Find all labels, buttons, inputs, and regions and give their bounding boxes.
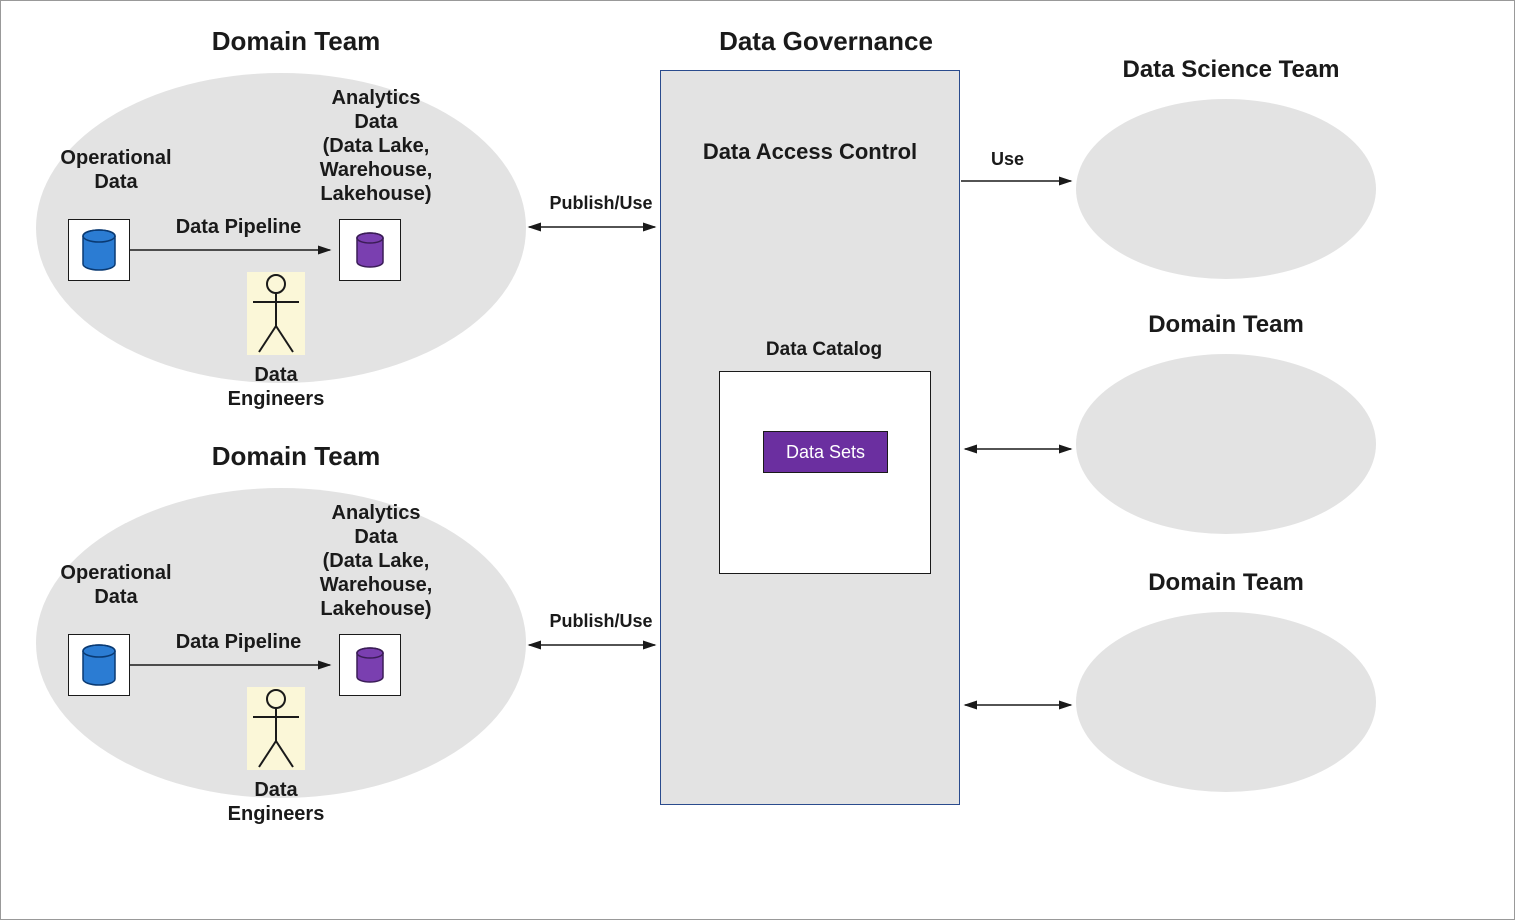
engineers-line2-b: Engineers	[228, 803, 325, 825]
data-science-team-ellipse	[1076, 99, 1376, 279]
publish-use-label-top: Publish/Use	[541, 193, 661, 214]
data-governance-title: Data Governance	[701, 26, 951, 57]
analytics-line4-top: Warehouse,	[320, 159, 433, 181]
operational-label-line1-b: Operational	[60, 562, 171, 584]
person-icon	[241, 266, 311, 361]
analytics-line2-top: Data	[354, 111, 397, 133]
analytics-line5-b: Lakehouse)	[320, 598, 431, 620]
data-pipeline-label-top: Data Pipeline	[156, 215, 321, 239]
use-arrow	[959, 173, 1079, 189]
operational-data-label-bottom: Operational Data	[46, 561, 186, 609]
data-sets-label: Data Sets	[786, 442, 865, 463]
data-engineers-label-top: Data Engineers	[206, 363, 346, 411]
operational-db-bottom	[68, 634, 130, 696]
domain-team-bottom-title: Domain Team	[171, 441, 421, 472]
engineers-line1-b: Data	[254, 779, 297, 801]
database-icon	[81, 229, 117, 271]
data-sets-box: Data Sets	[763, 431, 888, 473]
publish-use-arrow-bottom	[523, 637, 663, 653]
data-science-team-title: Data Science Team	[1081, 56, 1381, 84]
person-icon	[241, 681, 311, 776]
pipeline-arrow-top	[130, 243, 340, 263]
operational-db-top	[68, 219, 130, 281]
domain-team-right1-ellipse	[1076, 354, 1376, 534]
operational-label-line1: Operational	[60, 147, 171, 169]
data-catalog-title: Data Catalog	[749, 339, 899, 362]
operational-label-line2: Data	[94, 171, 137, 193]
analytics-line1-b: Analytics	[332, 502, 421, 524]
domain-team-right1-title: Domain Team	[1116, 311, 1336, 339]
analytics-data-label-top: Analytics Data (Data Lake, Warehouse, La…	[301, 86, 451, 206]
analytics-line2-b: Data	[354, 526, 397, 548]
use-label: Use	[991, 149, 1051, 170]
analytics-db-top	[339, 219, 401, 281]
domain-team-top-title: Domain Team	[171, 26, 421, 57]
analytics-line5-top: Lakehouse)	[320, 183, 431, 205]
analytics-data-label-bottom: Analytics Data (Data Lake, Warehouse, La…	[301, 501, 451, 621]
analytics-line3-b: (Data Lake,	[323, 550, 430, 572]
database-icon	[355, 232, 385, 268]
engineers-line2-top: Engineers	[228, 388, 325, 410]
domain-team-right2-ellipse	[1076, 612, 1376, 792]
domain-team-right2-arrow	[959, 697, 1079, 713]
domain-team-right2-title: Domain Team	[1116, 569, 1336, 597]
data-pipeline-label-bottom: Data Pipeline	[156, 630, 321, 654]
analytics-line3-top: (Data Lake,	[323, 135, 430, 157]
publish-use-arrow-top	[523, 219, 663, 235]
pipeline-arrow-bottom	[130, 658, 340, 678]
analytics-db-bottom	[339, 634, 401, 696]
operational-label-line2-b: Data	[94, 586, 137, 608]
database-icon	[81, 644, 117, 686]
analytics-line1-top: Analytics	[332, 87, 421, 109]
publish-use-label-bottom: Publish/Use	[541, 611, 661, 632]
engineers-line1-top: Data	[254, 364, 297, 386]
operational-data-label-top: Operational Data	[46, 146, 186, 194]
database-icon	[355, 647, 385, 683]
data-engineers-label-bottom: Data Engineers	[206, 778, 346, 826]
domain-team-right1-arrow	[959, 441, 1079, 457]
data-access-control-label: Data Access Control	[684, 139, 936, 165]
analytics-line4-b: Warehouse,	[320, 574, 433, 596]
diagram-canvas: Domain Team Operational Data Analytics D…	[0, 0, 1515, 920]
